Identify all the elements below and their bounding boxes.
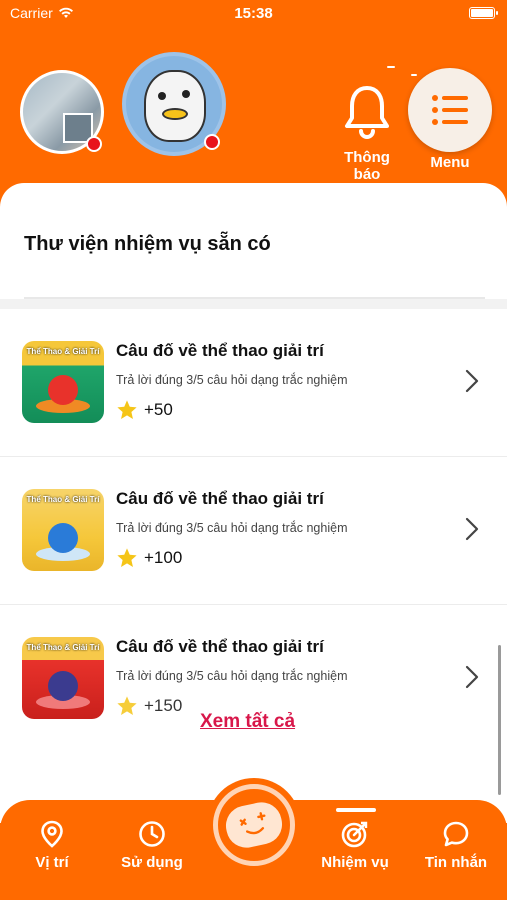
star-icon <box>117 548 137 567</box>
reward-points: +150 <box>144 696 183 715</box>
thumbnail-title: Thể Thao & Giải Trí <box>26 347 100 356</box>
location-pin-icon <box>41 820 63 848</box>
status-dot-red <box>204 134 220 150</box>
nav-label: Nhiệm vụ <box>321 854 389 871</box>
header: Thông báo Menu <box>0 28 507 188</box>
nav-item-missions[interactable]: Nhiệm vụ <box>310 820 400 871</box>
menu-label: Menu <box>430 154 470 171</box>
nav-label: Sử dụng <box>121 854 183 871</box>
mission-description: Trả lời đúng 3/5 câu hỏi dạng trắc nghiệ… <box>116 373 348 387</box>
mission-thumbnail: Thể Thao & Giải Trí <box>22 341 104 423</box>
chevron-right-icon <box>465 369 479 393</box>
decor-dash <box>387 66 395 68</box>
reward-points: +50 <box>144 400 173 419</box>
mission-reward: +100 <box>116 547 182 569</box>
duck-illustration <box>144 70 206 142</box>
status-time: 15:38 <box>234 5 273 22</box>
mission-reward: +50 <box>116 399 173 421</box>
chevron-right-icon <box>465 665 479 689</box>
mission-title: Câu đố về thể thao giải trí <box>116 489 324 508</box>
nav-label: Vị trí <box>35 854 69 871</box>
see-all-link[interactable]: Xem tất cả <box>200 711 295 733</box>
chevron-right-icon <box>465 517 479 541</box>
mission-description: Trả lời đúng 3/5 câu hỏi dạng trắc nghiệ… <box>116 521 348 535</box>
clock-icon <box>139 821 165 847</box>
star-icon <box>117 696 137 715</box>
target-icon <box>341 821 368 848</box>
mission-thumbnail: Thể Thao & Giải Trí <box>22 489 104 571</box>
mission-item[interactable]: Thể Thao & Giải Trí Câu đố về thể thao g… <box>0 309 507 457</box>
nav-item-location[interactable]: Vị trí <box>7 820 97 871</box>
notifications-label: Thông báo <box>344 149 390 183</box>
chat-bubble-icon <box>443 821 469 847</box>
nav-label: Tin nhắn <box>424 854 488 871</box>
status-dot-red <box>86 136 102 152</box>
notifications-button[interactable]: Thông báo <box>330 84 404 183</box>
status-bar: Carrier 15:38 <box>0 0 507 28</box>
section-separator <box>0 299 507 309</box>
mission-library-card: Thư viện nhiệm vụ sẵn có Thể Thao & Giải… <box>0 183 507 823</box>
section-title: Thư viện nhiệm vụ sẵn có <box>24 233 271 255</box>
menu-button[interactable] <box>408 68 492 152</box>
game-controller-icon <box>222 798 286 852</box>
bell-icon <box>345 86 389 139</box>
mission-thumbnail: Thể Thao & Giải Trí <box>22 637 104 719</box>
mission-title: Câu đố về thể thao giải trí <box>116 637 324 656</box>
reward-points: +100 <box>144 548 183 567</box>
decor-dash <box>411 74 417 76</box>
scrollbar[interactable] <box>498 645 501 795</box>
mission-description: Trả lời đúng 3/5 câu hỏi dạng trắc nghiệ… <box>116 669 348 683</box>
thumbnail-title: Thể Thao & Giải Trí <box>26 495 100 504</box>
battery-icon <box>469 7 498 19</box>
nav-item-usage[interactable]: Sử dụng <box>107 820 197 871</box>
thumbnail-title: Thể Thao & Giải Trí <box>26 643 100 652</box>
mission-item[interactable]: Thể Thao & Giải Trí Câu đố về thể thao g… <box>0 457 507 605</box>
list-menu-icon <box>432 95 468 125</box>
mission-reward: +150 <box>116 695 182 717</box>
mission-title: Câu đố về thể thao giải trí <box>116 341 324 360</box>
nav-item-messages[interactable]: Tin nhắn <box>411 820 501 871</box>
active-tab-indicator <box>336 808 376 812</box>
star-icon <box>117 400 137 419</box>
center-action-button[interactable] <box>213 784 295 866</box>
